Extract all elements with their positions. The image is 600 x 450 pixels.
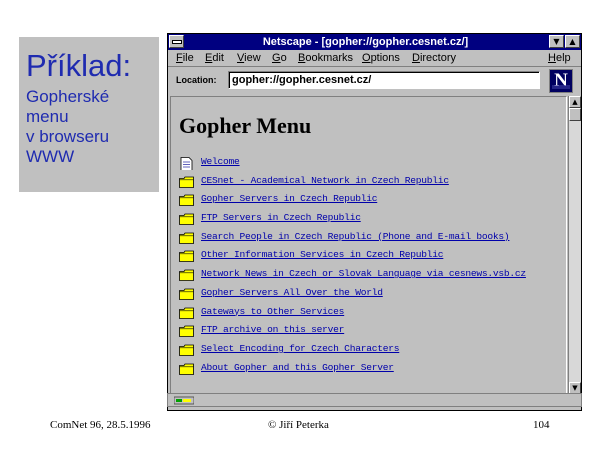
gopher-menu-link[interactable]: Select Encoding for Czech Characters xyxy=(201,343,400,355)
menu-options[interactable]: Options xyxy=(362,52,400,64)
browser-window: Netscape - [gopher://gopher.cesnet.cz/] … xyxy=(167,33,582,411)
folder-icon[interactable] xyxy=(179,287,194,300)
document-icon[interactable] xyxy=(179,156,194,171)
menu-bookmarks[interactable]: Bookmarks xyxy=(298,52,353,64)
gopher-menu-link[interactable]: Gateways to Other Services xyxy=(201,306,344,318)
status-bar xyxy=(167,393,582,407)
title-bar[interactable]: Netscape - [gopher://gopher.cesnet.cz/] … xyxy=(168,34,581,50)
gopher-menu-link[interactable]: FTP Servers in Czech Republic xyxy=(201,212,361,224)
folder-icon[interactable] xyxy=(179,249,194,263)
folder-icon[interactable] xyxy=(179,306,194,319)
gopher-menu-link[interactable]: Network News in Czech or Slovak Language… xyxy=(201,268,526,280)
menu-directory[interactable]: Directory xyxy=(412,52,456,64)
folder-icon[interactable] xyxy=(179,175,194,188)
footer-conference: ComNet 96, 28.5.1996 xyxy=(50,419,151,431)
location-input[interactable]: gopher://gopher.cesnet.cz/ xyxy=(228,71,540,89)
location-label: Location: xyxy=(176,75,217,85)
menu-file[interactable]: File xyxy=(176,52,194,64)
gopher-menu-link[interactable]: CESnet - Academical Network in Czech Rep… xyxy=(201,175,449,187)
menu-go[interactable]: Go xyxy=(272,52,287,64)
gopher-menu-link[interactable]: Gopher Servers in Czech Republic xyxy=(201,193,377,205)
vertical-scroll-thumb[interactable] xyxy=(569,108,581,121)
folder-icon[interactable] xyxy=(179,193,194,207)
gopher-menu-link[interactable]: Gopher Servers All Over the World xyxy=(201,287,383,299)
netscape-logo-icon[interactable]: N xyxy=(549,69,573,93)
gopher-menu-link[interactable]: Other Information Services in Czech Repu… xyxy=(201,249,444,261)
security-key-icon xyxy=(174,396,194,405)
menu-view[interactable]: View xyxy=(237,52,261,64)
folder-icon[interactable] xyxy=(179,324,194,338)
gopher-menu-link[interactable]: FTP archive on this server xyxy=(201,324,344,336)
slide-subtitle: Gopherské menu v browseru WWW xyxy=(26,87,110,166)
folder-icon[interactable] xyxy=(179,268,194,282)
page-heading: Gopher Menu xyxy=(179,113,312,138)
page-content: Gopher Menu Welcome CESnet - Academical N… xyxy=(170,96,567,394)
minimize-button[interactable]: ▼ xyxy=(549,35,564,48)
window-title: Netscape - [gopher://gopher.cesnet.cz/] xyxy=(262,36,469,48)
menu-help[interactable]: Help xyxy=(548,52,571,64)
folder-icon[interactable] xyxy=(179,231,194,244)
gopher-menu-link[interactable]: Welcome xyxy=(201,156,240,168)
folder-icon[interactable] xyxy=(179,343,194,356)
menu-edit[interactable]: Edit xyxy=(205,52,224,64)
gopher-menu-link[interactable]: About Gopher and this Gopher Server xyxy=(201,362,394,374)
maximize-button[interactable]: ▲ xyxy=(565,35,580,48)
location-bar: Location: gopher://gopher.cesnet.cz/ N xyxy=(168,67,581,95)
vertical-scrollbar[interactable]: ▲ ▼ xyxy=(568,96,581,394)
footer-page-number: 104 xyxy=(533,419,550,431)
scroll-up-button[interactable]: ▲ xyxy=(569,96,581,108)
folder-icon[interactable] xyxy=(179,362,194,375)
footer-author: © Jiří Peterka xyxy=(268,419,329,431)
menu-bar: File Edit View Go Bookmarks Options Dire… xyxy=(168,50,581,67)
slide-title-box: Příklad: Gopherské menu v browseru WWW xyxy=(19,37,159,192)
folder-icon[interactable] xyxy=(179,212,194,225)
system-menu-button[interactable] xyxy=(169,35,184,48)
gopher-menu-link[interactable]: Search People in Czech Republic (Phone a… xyxy=(201,231,510,243)
slide-title: Příklad: xyxy=(26,48,132,83)
